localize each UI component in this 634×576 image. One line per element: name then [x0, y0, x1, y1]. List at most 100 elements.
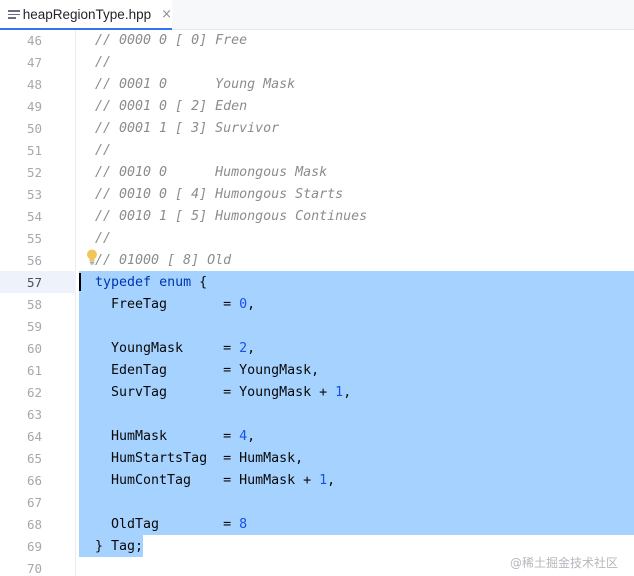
code-line[interactable]: 53 // 0010 0 [ 4] Humongous Starts — [0, 184, 634, 206]
line-number: 56 — [26, 253, 42, 268]
number-token: 2 — [239, 341, 248, 356]
line-number: 70 — [26, 561, 42, 576]
code-text: // 0001 0 [ 2] Eden — [95, 96, 247, 118]
comment-token: // — [95, 143, 112, 158]
comment-token: // — [95, 231, 112, 246]
comment-token: // 0001 0 [ 2] Eden — [95, 99, 248, 114]
code-token: YoungMask = — [95, 341, 240, 356]
line-number: 55 — [26, 231, 42, 246]
code-token: OldTag = — [95, 517, 240, 532]
code-line[interactable]: 46 // 0000 0 [ 0] Free — [0, 30, 634, 52]
code-line[interactable]: 51 // — [0, 140, 634, 162]
code-line[interactable]: 61 EdenTag = YoungMask, — [0, 360, 634, 382]
code-line[interactable]: 67 — [0, 492, 634, 514]
text-caret — [79, 273, 81, 291]
code-token: , — [247, 429, 256, 444]
number-token: 1 — [335, 385, 344, 400]
editor-tab-bar: heapRegionType.hpp × — [0, 0, 634, 30]
line-number: 48 — [26, 77, 42, 92]
code-text: } Tag; — [95, 536, 143, 558]
code-line[interactable]: 54 // 0010 1 [ 5] Humongous Continues — [0, 206, 634, 228]
line-number: 61 — [26, 363, 42, 378]
code-area[interactable]: 46 // 0000 0 [ 0] Free 47 // 48 // 0001 0 You… — [0, 30, 634, 576]
line-number: 49 — [26, 99, 42, 114]
line-number: 46 — [26, 33, 42, 48]
line-number: 66 — [26, 473, 42, 488]
code-line[interactable]: 58 FreeTag = 0, — [0, 294, 634, 316]
line-number: 53 — [26, 187, 42, 202]
line-number: 54 — [26, 209, 42, 224]
code-token: , — [343, 385, 352, 400]
code-line[interactable]: 57 typedef enum { — [0, 272, 634, 294]
code-text: // 0001 0 Young Mask — [95, 74, 295, 96]
code-token: , — [247, 297, 256, 312]
code-text: // 01000 [ 8] Old — [95, 250, 231, 272]
line-number: 47 — [26, 55, 42, 70]
code-line[interactable]: 60 YoungMask = 2, — [0, 338, 634, 360]
line-number: 52 — [26, 165, 42, 180]
code-token: EdenTag = YoungMask, — [95, 363, 320, 378]
code-line[interactable]: 47 // — [0, 52, 634, 74]
tab-label: heapRegionType.hpp — [22, 6, 152, 22]
text-file-icon — [8, 9, 20, 19]
comment-token: // 01000 [ 8] Old — [95, 253, 232, 268]
code-text: // 0010 0 [ 4] Humongous Starts — [95, 184, 343, 206]
code-line[interactable]: 65 HumStartsTag = HumMask, — [0, 448, 634, 470]
line-number: 60 — [26, 341, 42, 356]
code-line[interactable]: 49 // 0001 0 [ 2] Eden — [0, 96, 634, 118]
code-token: } Tag; — [95, 539, 144, 554]
code-line[interactable]: 52 // 0010 0 Humongous Mask — [0, 162, 634, 184]
line-number: 57 — [26, 275, 42, 290]
code-line[interactable]: 64 HumMask = 4, — [0, 426, 634, 448]
line-number: 67 — [26, 495, 42, 510]
code-line[interactable]: 50 // 0001 1 [ 3] Survivor — [0, 118, 634, 140]
code-text: HumMask = 4, — [95, 426, 255, 448]
code-token: FreeTag = — [95, 297, 240, 312]
lightbulb-icon[interactable] — [86, 249, 98, 265]
tab-close-icon[interactable]: × — [161, 7, 172, 22]
code-text: // 0010 1 [ 5] Humongous Continues — [95, 206, 367, 228]
code-line[interactable]: 55 // — [0, 228, 634, 250]
code-text: // 0010 0 Humongous Mask — [95, 162, 327, 184]
line-number: 65 — [26, 451, 42, 466]
number-token: 0 — [239, 297, 248, 312]
code-line[interactable]: 66 HumContTag = HumMask + 1, — [0, 470, 634, 492]
line-number: 50 — [26, 121, 42, 136]
code-token: HumMask = — [95, 429, 240, 444]
code-line[interactable]: 62 SurvTag = YoungMask + 1, — [0, 382, 634, 404]
code-token: SurvTag = YoungMask + — [95, 385, 336, 400]
comment-token: // 0001 1 [ 3] Survivor — [95, 121, 280, 136]
number-token: 1 — [319, 473, 328, 488]
code-token: { — [191, 275, 208, 290]
code-text: EdenTag = YoungMask, — [95, 360, 319, 382]
number-token: 4 — [239, 429, 248, 444]
comment-token: // 0010 1 [ 5] Humongous Continues — [95, 209, 368, 224]
comment-token: // — [95, 55, 112, 70]
code-text: // — [95, 52, 111, 74]
line-number: 63 — [26, 407, 42, 422]
code-text: // 0000 0 [ 0] Free — [95, 30, 247, 52]
line-number: 62 — [26, 385, 42, 400]
line-number: 58 — [26, 297, 42, 312]
comment-token: // 0010 0 Humongous Mask — [95, 165, 328, 180]
code-line[interactable]: 48 // 0001 0 Young Mask — [0, 74, 634, 96]
editor-tab-heapregiontype[interactable]: heapRegionType.hpp × — [0, 0, 172, 30]
watermark: @稀土掘金技术社区 — [510, 556, 619, 570]
code-line[interactable]: 59 — [0, 316, 634, 338]
comment-token: // 0000 0 [ 0] Free — [95, 33, 248, 48]
comment-token: // 0001 0 Young Mask — [95, 77, 296, 92]
code-text: OldTag = 8 — [95, 514, 247, 536]
code-line[interactable]: 68 OldTag = 8 — [0, 514, 634, 536]
code-text: FreeTag = 0, — [95, 294, 255, 316]
code-text: // — [95, 140, 111, 162]
line-number: 69 — [26, 539, 42, 554]
comment-token: // 0010 0 [ 4] Humongous Starts — [95, 187, 344, 202]
code-text: // 0001 1 [ 3] Survivor — [95, 118, 279, 140]
code-line[interactable]: 63 — [0, 404, 634, 426]
code-text: YoungMask = 2, — [95, 338, 255, 360]
code-text: HumStartsTag = HumMask, — [95, 448, 303, 470]
line-number: 59 — [26, 319, 42, 334]
code-editor: heapRegionType.hpp × 46 // 0000 0 [ 0] Fr… — [0, 0, 634, 576]
line-number: 51 — [26, 143, 42, 158]
